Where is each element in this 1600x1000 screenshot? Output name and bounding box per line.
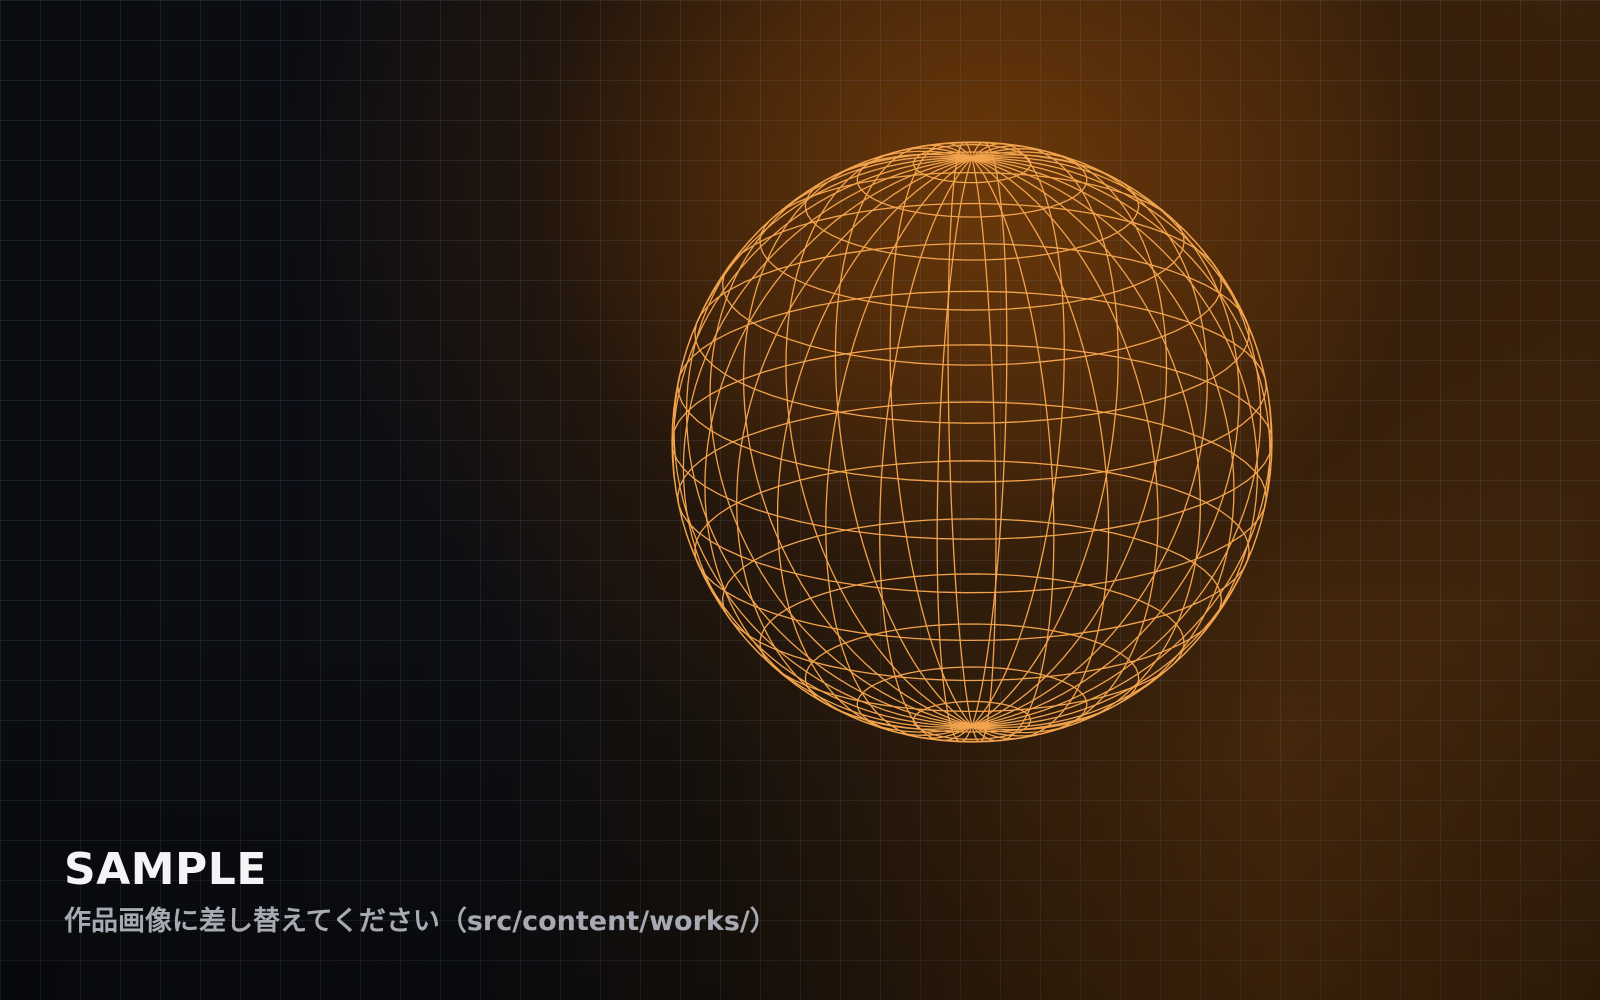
globe-meridian-line	[685, 155, 973, 727]
caption-subtitle: 作品画像に差し替えてください（src/content/works/）	[64, 906, 777, 937]
globe-meridian-line	[971, 157, 1259, 729]
globe-latitude-line	[759, 573, 1185, 713]
globe-meridian-line	[936, 157, 973, 743]
globe-latitude-line	[671, 344, 1273, 540]
caption-title: SAMPLE	[64, 844, 267, 895]
globe-meridian-line	[673, 157, 973, 727]
globe-meridian-line	[971, 157, 1272, 727]
globe-latitude-line	[677, 290, 1267, 483]
globe-meridian-line	[971, 157, 1271, 727]
globe-meridian-line	[971, 158, 997, 743]
globe-latitude-line	[721, 518, 1223, 682]
globe-latitude-line	[677, 401, 1267, 594]
wireframe-globe-icon	[671, 141, 1273, 743]
artwork-canvas: SAMPLE 作品画像に差し替えてください（src/content/works/…	[0, 0, 1600, 1000]
globe-meridian-line	[682, 157, 973, 728]
globe-latitude-line	[721, 202, 1223, 366]
globe-meridian-line	[879, 157, 973, 742]
globe-meridian-line	[971, 141, 1008, 727]
globe-latitude-line	[759, 171, 1185, 311]
globe-meridian-line	[672, 157, 973, 727]
sample-caption: SAMPLE 作品画像に差し替えてください（src/content/works/…	[64, 848, 964, 938]
globe-meridian-line	[971, 142, 1065, 727]
globe-meridian-line	[971, 156, 1262, 727]
globe-meridian-line	[947, 141, 973, 726]
